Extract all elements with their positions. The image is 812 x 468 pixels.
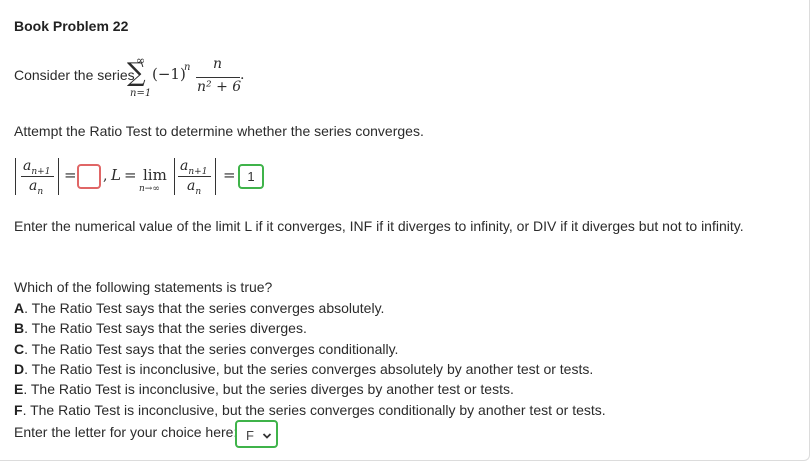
ratio-fraction-bar-2: [178, 176, 211, 177]
question-prompt: Which of the following statements is tru…: [14, 279, 273, 295]
series-intro-text: Consider the series: [14, 67, 135, 83]
limit-instruction: Enter the numerical value of the limit L…: [14, 218, 744, 234]
factor-exponent: n: [184, 62, 191, 73]
option-letter: D: [14, 361, 25, 377]
option-letter: F: [14, 402, 23, 418]
series-numerator: n: [213, 56, 223, 72]
option-c: C. The Ratio Test says that the series c…: [14, 341, 399, 357]
option-letter: A: [14, 300, 25, 316]
option-letter: C: [14, 341, 25, 357]
alternating-factor: (−1): [152, 65, 186, 83]
problem-card: Book Problem 22 Consider the series ∞ ∑ …: [0, 0, 810, 461]
sigma-symbol: ∑: [127, 58, 146, 88]
equals-sign-1: =: [64, 166, 77, 184]
limit-answer-input[interactable]: [238, 164, 264, 189]
choice-selected-value: F: [246, 428, 254, 443]
series-denominator: n² + 6: [197, 79, 242, 95]
series-period: .: [240, 67, 245, 83]
abs-bar-right-2: [215, 158, 216, 195]
problem-title: Book Problem 22: [14, 18, 129, 34]
ratio-denominator: an: [29, 178, 44, 197]
choice-select[interactable]: F: [235, 420, 278, 448]
abs-bar-right: [58, 158, 59, 195]
lim-operator: lim: [143, 166, 167, 184]
option-b: B. The Ratio Test says that the series d…: [14, 320, 307, 336]
abs-bar-left-2: [174, 158, 175, 195]
option-f: F. The Ratio Test is inconclusive, but t…: [14, 402, 606, 418]
choice-label: Enter the letter for your choice here:: [14, 424, 238, 440]
comma: ,: [103, 168, 108, 184]
ratio-fraction-bar: [21, 176, 54, 177]
abs-bar-left: [15, 158, 16, 195]
equals-sign-3: =: [223, 166, 236, 184]
equals-sign-2: =: [124, 166, 137, 184]
ratio-denominator-2: an: [187, 178, 202, 197]
option-d: D. The Ratio Test is inconclusive, but t…: [14, 361, 594, 377]
option-letter: B: [14, 320, 25, 336]
sum-lower-limit: n=1: [130, 88, 152, 99]
ratio-numerator-2: an+1: [180, 158, 208, 177]
series-fraction-bar: [196, 77, 240, 78]
limit-L-label: L: [111, 166, 121, 184]
option-e: E. The Ratio Test is inconclusive, but t…: [14, 381, 514, 397]
ratio-test-instruction: Attempt the Ratio Test to determine whet…: [14, 123, 424, 139]
lim-subscript: n→∞: [139, 184, 160, 194]
ratio-answer-input[interactable]: [77, 164, 101, 189]
ratio-numerator: an+1: [23, 158, 51, 177]
chevron-down-icon: [262, 429, 272, 444]
option-letter: E: [14, 381, 24, 397]
option-a: A. The Ratio Test says that the series c…: [14, 300, 385, 316]
